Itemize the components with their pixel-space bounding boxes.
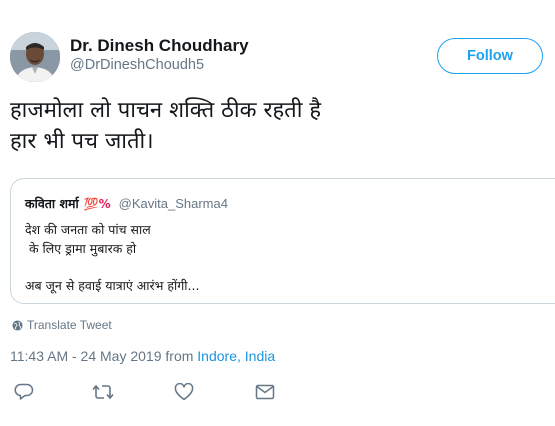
translate-tweet-link[interactable]: Translate Tweet — [12, 318, 112, 332]
quoted-author-name: कविता शर्मा — [25, 196, 79, 211]
quoted-tweet-line: अब जून से हवाई यात्राएं आरंभ होंगी... — [25, 278, 200, 293]
like-button[interactable] — [172, 380, 196, 404]
retweet-icon — [92, 384, 114, 400]
quoted-tweet-card[interactable]: कविता शर्मा 💯% @Kavita_Sharma4 देश की जन… — [10, 178, 555, 304]
follow-button[interactable]: Follow — [437, 38, 543, 74]
author-display-name[interactable]: Dr. Dinesh Choudhary — [70, 36, 249, 56]
tweet-line: हार भी पच जाती। — [10, 129, 154, 154]
quoted-tweet-line: देश की जनता को पांच साल — [25, 222, 151, 237]
quoted-author-handle: @Kavita_Sharma4 — [118, 196, 228, 211]
profile-avatar-icon — [10, 32, 60, 82]
reply-button[interactable] — [12, 380, 36, 404]
place-city-link[interactable]: Indore — [197, 348, 237, 364]
timestamp-text[interactable]: 11:43 AM - 24 May 2019 from — [10, 348, 197, 364]
reply-icon — [14, 383, 34, 400]
retweet-button[interactable] — [91, 380, 115, 404]
avatar[interactable] — [10, 32, 60, 82]
envelope-icon — [255, 384, 275, 400]
place-separator: , — [236, 348, 245, 364]
author-handle[interactable]: @DrDineshChoudh5 — [70, 57, 204, 73]
translate-label: Translate Tweet — [27, 318, 112, 332]
direct-message-button[interactable] — [253, 380, 277, 404]
quoted-tweet-line: के लिए ड्रामा मुबारक हो — [25, 241, 137, 256]
tweet-text: हाजमोला लो पाचन शक्ति ठीक रहती है हार भी… — [10, 95, 450, 157]
place-country-link[interactable]: India — [245, 348, 275, 364]
tweet-line: हाजमोला लो पाचन शक्ति ठीक रहती है — [10, 98, 322, 123]
heart-icon — [174, 383, 194, 401]
tweet-timestamp: 11:43 AM - 24 May 2019 from Indore, Indi… — [10, 348, 275, 364]
quoted-tweet-header: कविता शर्मा 💯% @Kavita_Sharma4 — [25, 195, 228, 212]
tweet-action-bar — [0, 380, 555, 404]
hundred-points-icon: 💯% — [83, 197, 111, 211]
globe-icon — [12, 319, 23, 331]
